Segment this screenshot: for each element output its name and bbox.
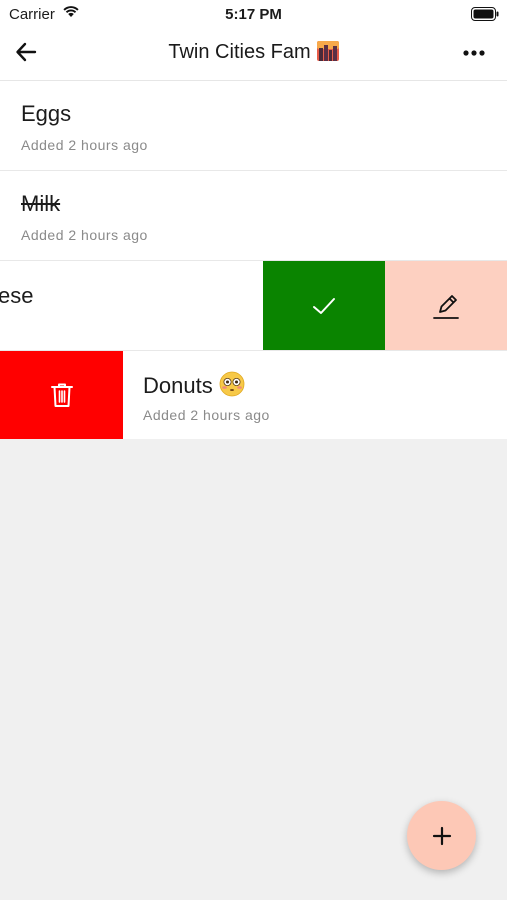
item-subtitle: Added 2 hours ago bbox=[143, 407, 270, 423]
item-name: ese bbox=[0, 283, 34, 308]
list-item[interactable]: ese bbox=[0, 261, 507, 351]
item-name-text: Donuts bbox=[143, 373, 213, 398]
item-subtitle: Added 2 hours ago bbox=[21, 137, 148, 153]
list-item[interactable]: Eggs Added 2 hours ago bbox=[0, 81, 507, 171]
delete-action-button[interactable] bbox=[0, 351, 123, 439]
battery-icon bbox=[471, 7, 499, 26]
complete-action-button[interactable] bbox=[263, 261, 385, 350]
item-name: Donuts bbox=[143, 371, 245, 399]
item-name: Milk bbox=[21, 191, 61, 216]
item-name: Eggs bbox=[21, 101, 72, 126]
page-title: Twin Cities Fam bbox=[0, 41, 507, 64]
clock: 5:17 PM bbox=[225, 6, 282, 23]
list-item[interactable]: Donuts Added 2 hours ago bbox=[0, 351, 507, 439]
flushed-face-emoji bbox=[219, 371, 245, 397]
more-options-button[interactable] bbox=[462, 44, 494, 64]
page-title-text: Twin Cities Fam bbox=[168, 41, 311, 63]
item-subtitle: Added 2 hours ago bbox=[21, 227, 148, 243]
check-icon bbox=[313, 297, 335, 314]
trash-icon bbox=[50, 383, 73, 407]
header-bar: Twin Cities Fam bbox=[0, 28, 507, 81]
status-bar: Carrier 5:17 PM bbox=[0, 0, 507, 28]
add-item-button[interactable] bbox=[407, 801, 476, 870]
edit-action-button[interactable] bbox=[385, 261, 507, 350]
pencil-icon bbox=[433, 294, 459, 319]
list-item[interactable]: Milk Added 2 hours ago bbox=[0, 171, 507, 261]
more-horizontal-icon bbox=[463, 50, 485, 56]
plus-icon bbox=[432, 826, 451, 845]
city-sunset-emoji bbox=[316, 41, 339, 61]
